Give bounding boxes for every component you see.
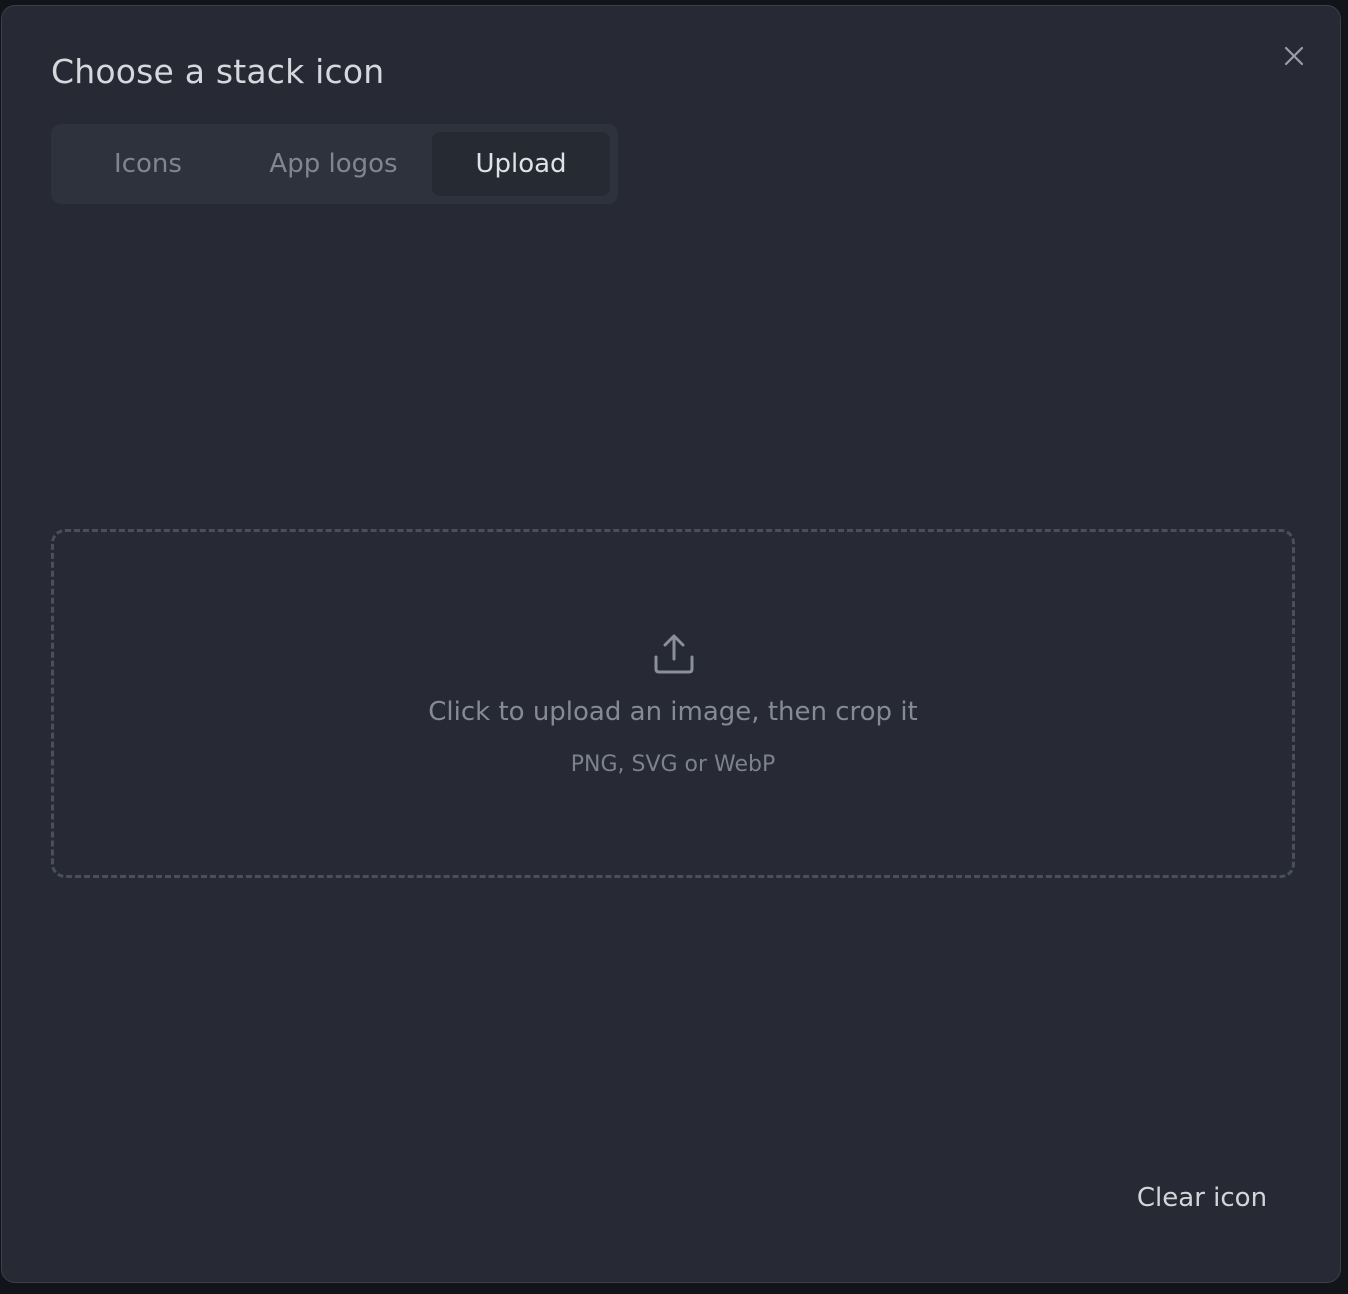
tab-upload[interactable]: Upload <box>432 132 610 196</box>
dialog-title: Choose a stack icon <box>51 52 385 91</box>
tab-app-logos[interactable]: App logos <box>256 132 411 196</box>
close-button[interactable] <box>1278 40 1310 72</box>
upload-dropzone[interactable]: Click to upload an image, then crop it P… <box>51 529 1295 878</box>
icon-source-tabs: Icons App logos Upload <box>51 124 618 204</box>
choose-icon-dialog: Choose a stack icon Icons App logos Uplo… <box>1 5 1341 1283</box>
tab-icons[interactable]: Icons <box>73 132 223 196</box>
upload-prompt: Click to upload an image, then crop it <box>428 697 918 727</box>
upload-icon <box>654 634 694 674</box>
clear-icon-button[interactable]: Clear icon <box>1122 1176 1282 1220</box>
close-icon <box>1284 46 1304 66</box>
upload-formats: PNG, SVG or WebP <box>570 752 776 777</box>
